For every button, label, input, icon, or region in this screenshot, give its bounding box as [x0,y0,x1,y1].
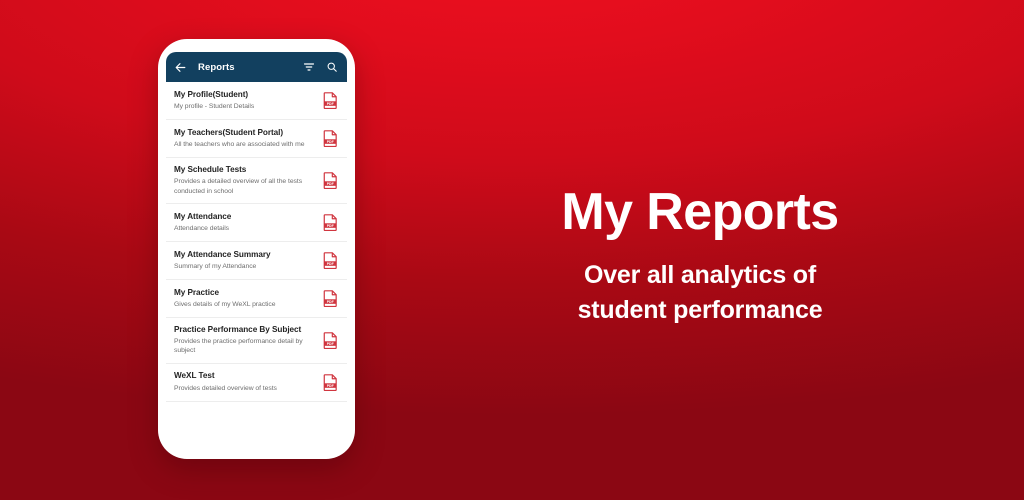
svg-text:PDF: PDF [326,300,334,304]
report-item-title: My Attendance Summary [174,249,271,259]
report-item-text: Practice Performance By Subject Provides … [174,325,322,356]
report-item-text: My Practice Gives details of my WeXL prac… [174,288,322,310]
report-item-subtitle: Gives details of my WeXL practice [174,300,276,308]
phone-screen: Reports My Profile(Student) My profile -… [166,52,347,437]
svg-text:PDF: PDF [326,384,334,388]
report-list-item[interactable]: My Practice Gives details of my WeXL prac… [166,279,347,318]
search-icon[interactable] [324,60,339,75]
svg-text:PDF: PDF [326,102,334,106]
report-list-item[interactable]: My Attendance Summary Summary of my Atten… [166,241,347,280]
report-item-title: WeXL Test [174,371,215,381]
report-item-subtitle: Provides detailed overview of tests [174,384,277,392]
report-item-title: My Profile(Student) [174,89,249,99]
report-list-item[interactable]: My Attendance Attendance details PDF [166,203,347,242]
report-list-item[interactable]: My Schedule Tests Provides a detailed ove… [166,158,347,204]
hero-title: My Reports [561,183,839,241]
report-list-item[interactable]: My Teachers(Student Portal) All the teach… [166,120,347,158]
report-item-text: My Profile(Student) My profile - Student … [174,90,322,112]
report-item-title: My Practice [174,287,219,297]
pdf-file-icon[interactable]: PDF [322,213,338,231]
pdf-file-icon[interactable]: PDF [322,251,338,269]
report-item-title: My Schedule Tests [174,165,247,174]
report-list-item[interactable]: Practice Performance By Subject Provides … [166,317,347,364]
report-item-subtitle: All the teachers who are associated with… [174,141,305,149]
pdf-file-icon[interactable]: PDF [322,373,338,391]
report-item-subtitle: My profile - Student Details [174,103,255,111]
report-item-title: My Teachers(Student Portal) [174,127,284,137]
phone-mockup: Reports My Profile(Student) My profile -… [158,39,355,459]
report-item-subtitle: Summary of my Attendance [174,262,257,270]
report-item-title: My Attendance [174,211,232,221]
app-bar: Reports [166,52,347,82]
pdf-file-icon[interactable]: PDF [322,92,338,110]
report-item-subtitle: Provides a detailed overview of all the … [174,178,303,195]
report-item-subtitle: Provides the practice performance detail… [174,338,303,355]
svg-text:PDF: PDF [326,182,334,186]
report-item-text: WeXL Test Provides detailed overview of t… [174,371,322,393]
svg-text:PDF: PDF [326,262,334,266]
report-item-subtitle: Attendance details [174,224,230,232]
app-bar-title: Reports [198,61,235,73]
pdf-file-icon[interactable]: PDF [322,331,338,349]
list-bottom-fade [166,423,347,437]
pdf-file-icon[interactable]: PDF [322,289,338,307]
report-list-item[interactable]: WeXL Test Provides detailed overview of t… [166,363,347,402]
report-item-text: My Teachers(Student Portal) All the teach… [174,128,322,150]
svg-text:PDF: PDF [326,342,334,346]
report-list-item[interactable]: My Profile(Student) My profile - Student … [166,82,347,120]
hero-subtitle: Over all analytics of student performanc… [430,258,970,329]
report-item-text: My Attendance Summary Summary of my Atten… [174,250,322,272]
arrow-left-icon[interactable] [173,60,188,75]
report-item-title: Practice Performance By Subject [174,324,302,334]
hero-copy: My Reports Over all analytics of student… [430,185,970,329]
svg-text:PDF: PDF [326,140,334,144]
pdf-file-icon[interactable]: PDF [322,171,338,189]
report-item-text: My Schedule Tests Provides a detailed ove… [174,165,322,196]
report-list[interactable]: My Profile(Student) My profile - Student … [166,82,347,437]
report-item-text: My Attendance Attendance details [174,212,322,234]
hero-subtitle-line-2: student performance [577,296,823,325]
hero-subtitle-line-1: Over all analytics of [583,260,817,289]
svg-text:PDF: PDF [326,224,334,228]
pdf-file-icon[interactable]: PDF [322,130,338,148]
filter-icon[interactable] [301,60,316,75]
promo-banner: Reports My Profile(Student) My profile -… [0,0,1024,500]
